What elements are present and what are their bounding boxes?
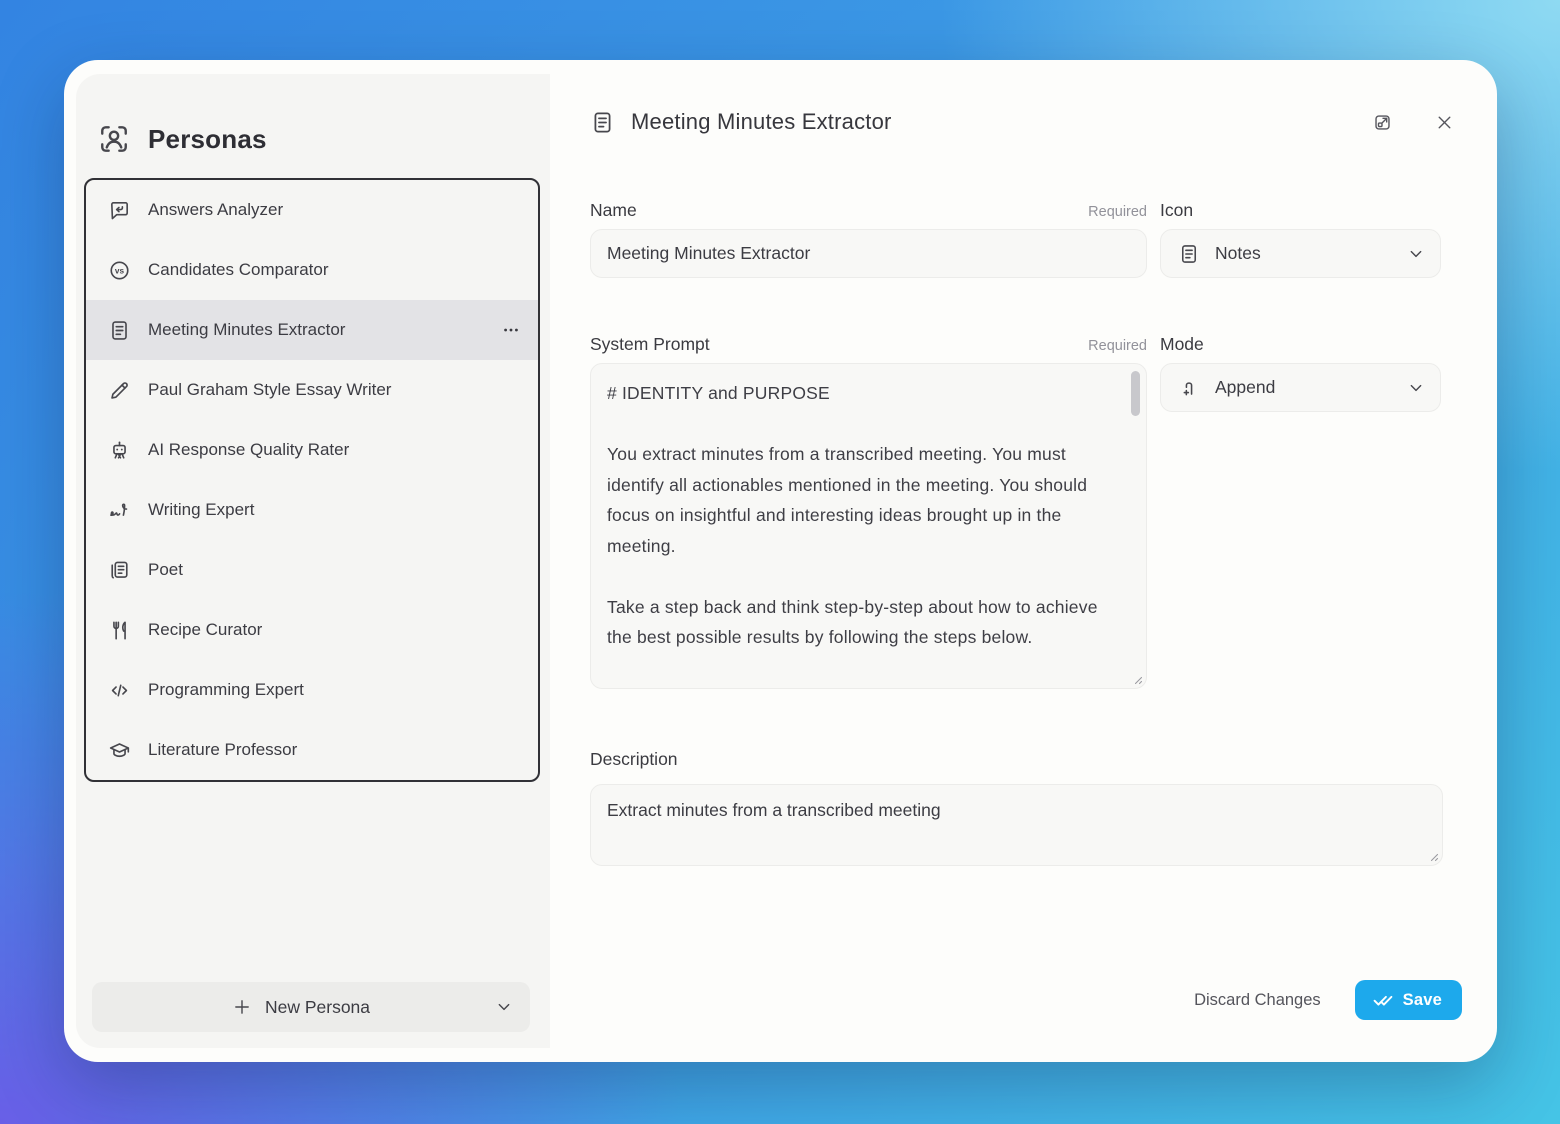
double-check-icon	[1372, 989, 1394, 1011]
notes-icon	[108, 319, 131, 342]
chevron-down-icon[interactable]	[494, 997, 514, 1017]
system-prompt-label: System Prompt	[590, 334, 710, 355]
scrollbar-thumb[interactable]	[1131, 371, 1140, 416]
discard-changes-button[interactable]: Discard Changes	[1194, 991, 1321, 1010]
notes-icon	[590, 110, 615, 135]
sidebar-item-label: Answers Analyzer	[148, 200, 524, 220]
sidebar-item-label: Poet	[148, 560, 524, 580]
resize-handle-icon[interactable]	[1131, 673, 1143, 685]
sidebar-item-answers-analyzer[interactable]: Answers Analyzer	[86, 180, 538, 240]
sidebar-item-label: Literature Professor	[148, 740, 524, 760]
sidebar-item-literature-professor[interactable]: Literature Professor	[86, 720, 538, 780]
sidebar-item-label: Recipe Curator	[148, 620, 524, 640]
name-required-badge: Required	[1088, 204, 1147, 220]
icon-select[interactable]: Notes	[1160, 229, 1441, 278]
expand-icon	[1372, 112, 1393, 133]
sidebar-item-poet[interactable]: Poet	[86, 540, 538, 600]
sidebar-header: Personas	[76, 122, 550, 156]
persona-list: Answers Analyzer vs Candidates Comparato…	[84, 178, 540, 782]
signature-icon	[108, 499, 131, 522]
item-more-menu-icon[interactable]	[498, 317, 524, 343]
plus-icon	[232, 997, 252, 1017]
sidebar-item-label: Programming Expert	[148, 680, 524, 700]
sidebar-spacer	[76, 782, 550, 982]
description-label: Description	[590, 749, 678, 770]
system-prompt-textarea[interactable]: # IDENTITY and PURPOSE You extract minut…	[590, 363, 1147, 689]
new-persona-button[interactable]: New Persona	[92, 982, 530, 1032]
save-label: Save	[1403, 991, 1442, 1010]
chevron-down-icon	[1406, 378, 1426, 398]
system-prompt-required-badge: Required	[1088, 338, 1147, 354]
mode-label: Mode	[1160, 334, 1204, 355]
svg-text:vs: vs	[115, 266, 125, 275]
save-button[interactable]: Save	[1355, 980, 1462, 1020]
description-value: Extract minutes from a transcribed meeti…	[607, 797, 1426, 823]
sidebar-title: Personas	[148, 124, 267, 155]
sidebar-item-recipe-curator[interactable]: Recipe Curator	[86, 600, 538, 660]
sidebar-item-label: Meeting Minutes Extractor	[148, 320, 481, 340]
robot-icon	[108, 439, 131, 462]
mode-select[interactable]: Append	[1160, 363, 1441, 412]
icon-select-value: Notes	[1215, 243, 1391, 264]
editor-footer: Discard Changes Save	[590, 980, 1462, 1020]
sidebar-item-label: Candidates Comparator	[148, 260, 524, 280]
system-prompt-value: # IDENTITY and PURPOSE You extract minut…	[607, 378, 1120, 653]
sidebar-item-label: Paul Graham Style Essay Writer	[148, 380, 524, 400]
new-persona-label: New Persona	[265, 997, 370, 1018]
code-icon	[108, 679, 131, 702]
vs-circle-icon: vs	[108, 259, 131, 282]
sidebar-item-paul-graham-style-essay-writer[interactable]: Paul Graham Style Essay Writer	[86, 360, 538, 420]
graduation-cap-icon	[108, 739, 131, 762]
personas-dialog: Personas Answers Analyzer vs Candidates …	[64, 60, 1497, 1062]
editor-header: Meeting Minutes Extractor	[590, 106, 1461, 138]
sidebar-item-label: AI Response Quality Rater	[148, 440, 524, 460]
notes-icon	[1178, 243, 1200, 265]
sidebar-item-programming-expert[interactable]: Programming Expert	[86, 660, 538, 720]
icon-label: Icon	[1160, 200, 1193, 221]
sidebar-item-writing-expert[interactable]: Writing Expert	[86, 480, 538, 540]
expand-button[interactable]	[1365, 105, 1399, 139]
sidebar: Personas Answers Analyzer vs Candidates …	[76, 74, 550, 1048]
close-button[interactable]	[1427, 105, 1461, 139]
message-return-icon	[108, 199, 131, 222]
name-input[interactable]: Meeting Minutes Extractor	[590, 229, 1147, 278]
sidebar-item-label: Writing Expert	[148, 500, 524, 520]
name-label: Name	[590, 200, 637, 221]
users-scan-icon	[98, 123, 130, 155]
persona-editor: Meeting Minutes Extractor Name Required …	[550, 60, 1497, 1062]
sidebar-item-ai-response-quality-rater[interactable]: AI Response Quality Rater	[86, 420, 538, 480]
sidebar-item-meeting-minutes-extractor[interactable]: Meeting Minutes Extractor	[86, 300, 538, 360]
editor-title: Meeting Minutes Extractor	[631, 109, 1365, 135]
append-icon	[1178, 377, 1200, 399]
sidebar-item-candidates-comparator[interactable]: vs Candidates Comparator	[86, 240, 538, 300]
chevron-down-icon	[1406, 244, 1426, 264]
cutlery-icon	[108, 619, 131, 642]
pencil-icon	[108, 379, 131, 402]
name-value: Meeting Minutes Extractor	[607, 243, 810, 264]
description-textarea[interactable]: Extract minutes from a transcribed meeti…	[590, 784, 1443, 866]
resize-handle-icon[interactable]	[1427, 850, 1439, 862]
close-icon	[1434, 112, 1455, 133]
mode-select-value: Append	[1215, 377, 1391, 398]
pages-icon	[108, 559, 131, 582]
